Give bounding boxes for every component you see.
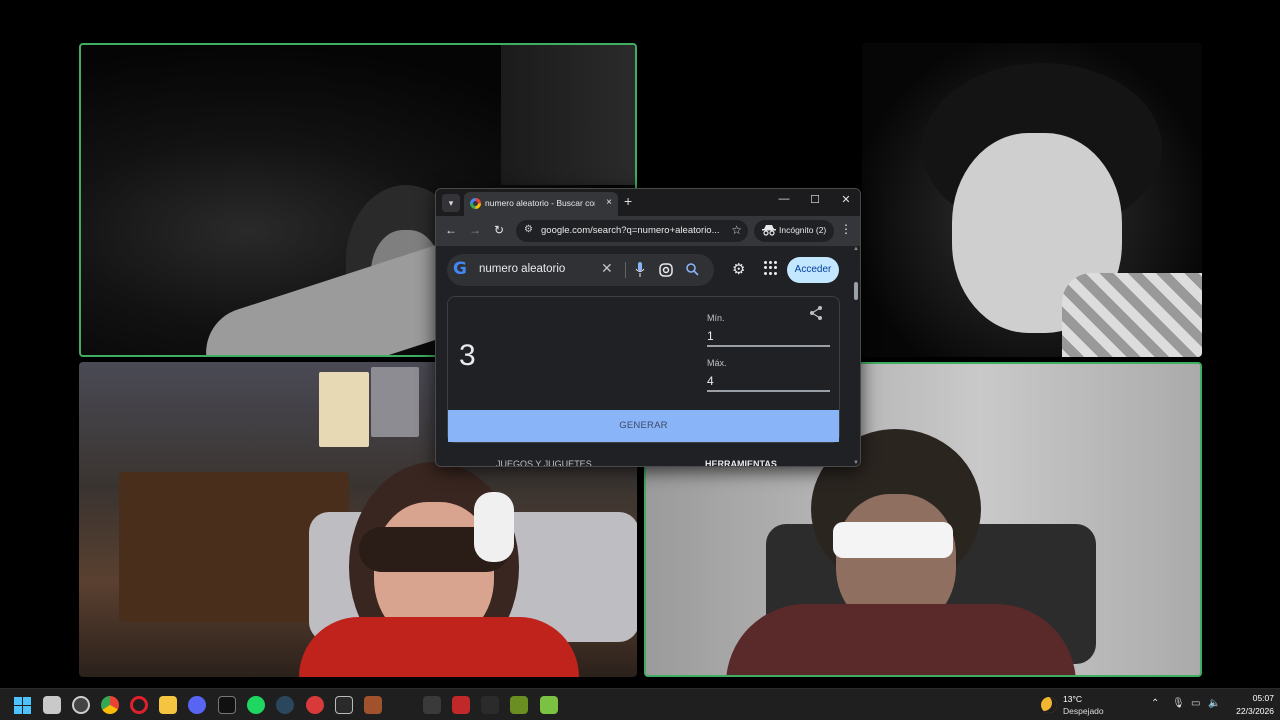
google-favicon-icon: [470, 198, 481, 209]
clock-time: 05:07: [1252, 693, 1274, 703]
video-tile-participant-2[interactable]: [862, 43, 1202, 357]
browser-toolbar: ← → ↻ ⚙ google.com/search?q=numero+aleat…: [436, 216, 860, 246]
tab-title: numero aleatorio - Buscar con Google: [485, 198, 595, 208]
browser-window[interactable]: ▾ numero aleatorio - Buscar con Google ×…: [435, 188, 861, 467]
sign-in-button[interactable]: Acceder: [787, 257, 839, 283]
tab-strip: ▾ numero aleatorio - Buscar con Google ×…: [436, 189, 860, 216]
microphone-icon[interactable]: [635, 262, 645, 278]
opera-gx-icon[interactable]: [130, 696, 148, 714]
category-tab-toys[interactable]: JUEGOS Y JUGUETES: [496, 459, 592, 466]
scroll-up-icon[interactable]: ▲: [853, 246, 859, 252]
incognito-indicator[interactable]: Incógnito (2): [754, 220, 834, 242]
files-icon[interactable]: [159, 696, 177, 714]
weather-temperature: 13°C: [1063, 694, 1082, 704]
google-lens-icon[interactable]: [659, 263, 673, 277]
network-icon[interactable]: ▭: [1191, 698, 1200, 709]
google-logo-icon: G: [453, 259, 467, 279]
bookmark-star-icon[interactable]: ☆: [731, 223, 742, 237]
max-input[interactable]: [707, 372, 830, 390]
scroll-thumb[interactable]: [854, 282, 858, 300]
tray-chevron-icon[interactable]: ⌃: [1151, 698, 1159, 709]
min-label: Mín.: [707, 313, 725, 323]
search-query[interactable]: numero aleatorio: [479, 263, 565, 275]
more-menu-icon[interactable]: ⋮: [840, 222, 852, 236]
obs-icon[interactable]: [72, 696, 90, 714]
settings-gear-icon[interactable]: ⚙: [732, 260, 745, 278]
steam-icon[interactable]: [276, 696, 294, 714]
participant-4-shirt: [726, 604, 1076, 675]
search-box[interactable]: G numero aleatorio ✕: [447, 254, 714, 286]
wall-poster: [319, 372, 369, 447]
winrar-icon[interactable]: [364, 696, 382, 714]
system-clock[interactable]: 05:07 22/3/2026: [1230, 693, 1274, 716]
participant-2-shirt: [1062, 273, 1202, 357]
incognito-label: Incógnito (2): [779, 225, 827, 235]
discord-icon[interactable]: [188, 696, 206, 714]
maximize-button[interactable]: ☐: [805, 193, 825, 206]
min-input[interactable]: [707, 327, 830, 345]
app-icon-2[interactable]: [452, 696, 470, 714]
generated-number: 3: [459, 339, 476, 372]
max-field[interactable]: [707, 372, 830, 392]
share-icon[interactable]: [808, 305, 824, 321]
windows-taskbar: 13°C Despejado ⌃ 🎙 ▭ 🔈 05:07 22/3/2026: [0, 688, 1280, 720]
scroll-down-icon[interactable]: ▼: [853, 460, 859, 466]
incognito-icon: [762, 225, 776, 236]
volume-icon[interactable]: 🔈: [1208, 698, 1220, 709]
search-results-page: G numero aleatorio ✕ ⚙ Acceder 3 Mín. Má…: [436, 246, 860, 466]
search-icon[interactable]: [685, 262, 699, 276]
minimize-button[interactable]: —: [774, 193, 794, 205]
tab-search-results[interactable]: numero aleatorio - Buscar con Google ×: [464, 192, 618, 216]
wall-poster: [371, 367, 419, 437]
background-door: [501, 45, 635, 185]
chrome-icon[interactable]: [101, 696, 119, 714]
minecraft-icon[interactable]: [510, 696, 528, 714]
app-icon[interactable]: [423, 696, 441, 714]
epic-games-icon[interactable]: [335, 696, 353, 714]
search-divider: [625, 262, 626, 278]
min-field[interactable]: [707, 327, 830, 347]
page-scrollbar[interactable]: ▲ ▼: [851, 246, 860, 466]
google-apps-icon[interactable]: [764, 261, 778, 275]
tab-search-icon[interactable]: ▾: [442, 194, 460, 212]
random-number-generator-card: 3 Mín. Máx. GENERAR: [447, 296, 840, 443]
category-tab-tools[interactable]: HERRAMIENTAS: [705, 459, 777, 466]
generate-button[interactable]: GENERAR: [448, 410, 839, 442]
participant-4-sunglasses: [833, 522, 953, 558]
spotify-icon[interactable]: [247, 696, 265, 714]
game-icon[interactable]: [540, 696, 558, 714]
moon-icon: [1041, 697, 1057, 713]
participant-3-headset: [474, 492, 514, 562]
epic-like-icon[interactable]: [218, 696, 236, 714]
chat-app-icon[interactable]: [306, 696, 324, 714]
address-bar[interactable]: ⚙ google.com/search?q=numero+aleatorio..…: [516, 220, 748, 242]
file-explorer-icon[interactable]: [43, 696, 61, 714]
max-label: Máx.: [707, 358, 727, 368]
tab-close-icon[interactable]: ×: [606, 197, 612, 208]
url-text[interactable]: google.com/search?q=numero+aleatorio...: [541, 225, 719, 236]
participant-3-shirt: [299, 617, 579, 677]
forward-arrow-icon[interactable]: →: [467, 223, 483, 237]
app-icon-3[interactable]: [481, 696, 499, 714]
start-icon[interactable]: [13, 696, 31, 714]
site-settings-icon[interactable]: ⚙: [524, 224, 533, 235]
weather-condition: Despejado: [1063, 706, 1104, 716]
clear-search-icon[interactable]: ✕: [601, 260, 613, 277]
new-tab-icon[interactable]: +: [624, 193, 632, 209]
clock-date: 22/3/2026: [1236, 706, 1274, 716]
back-arrow-icon[interactable]: ←: [443, 223, 459, 237]
microphone-tray-icon[interactable]: 🎙: [1172, 698, 1185, 709]
close-window-button[interactable]: ✕: [836, 193, 856, 206]
reload-icon[interactable]: ↻: [491, 223, 507, 237]
